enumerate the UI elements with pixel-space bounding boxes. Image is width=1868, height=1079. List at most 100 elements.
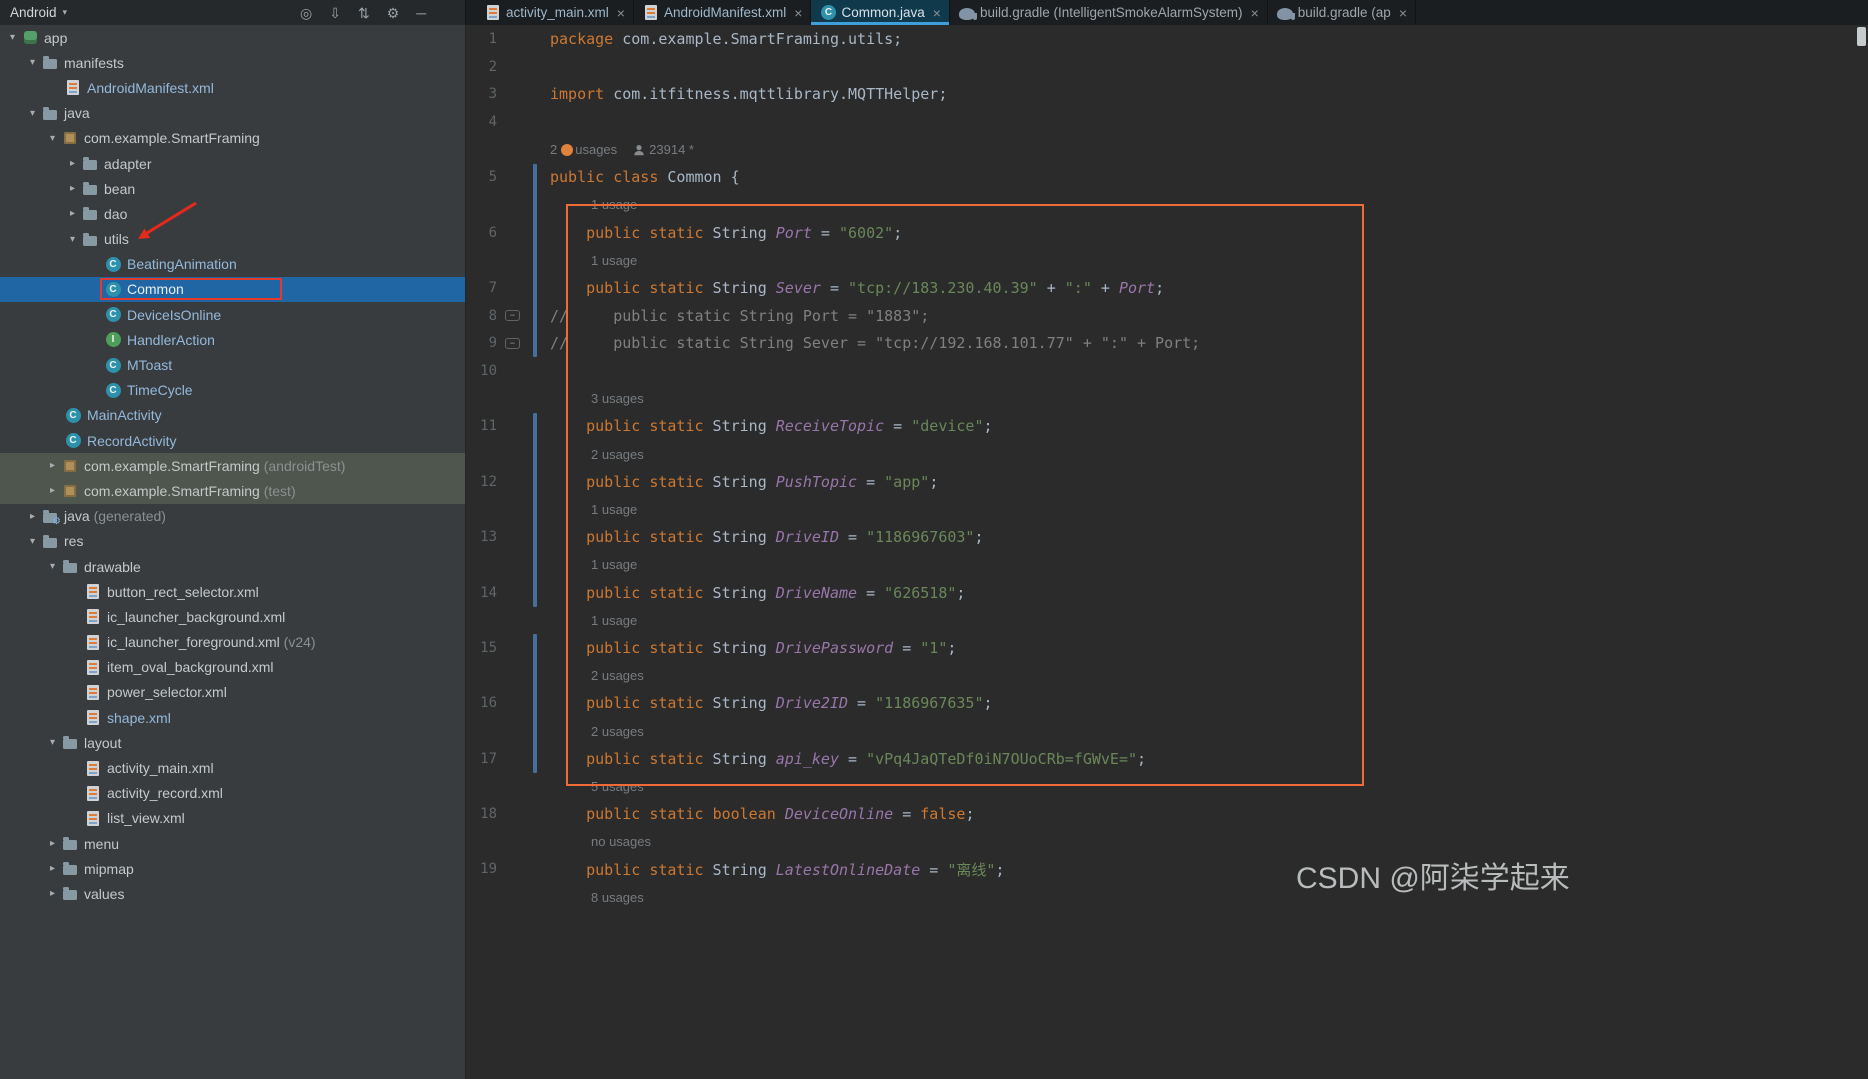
line-number[interactable]: 18 — [467, 806, 497, 822]
settings-gear-icon[interactable]: ⚙ — [387, 6, 400, 20]
tree-item-layout[interactable]: ▾layout — [0, 730, 465, 755]
tab-close-icon[interactable]: × — [1399, 6, 1407, 20]
tree-item-app[interactable]: ▾app — [0, 25, 465, 50]
tree-item-beatinganimation[interactable]: CBeatingAnimation — [0, 252, 465, 277]
usages-inlay[interactable]: 1 usage — [591, 253, 637, 268]
tree-item-com-example-smartframing-androidtest[interactable]: ▸com.example.SmartFraming (androidTest) — [0, 453, 465, 478]
tree-item-java[interactable]: ▾java — [0, 101, 465, 126]
chevron-right-icon[interactable]: ▸ — [44, 460, 61, 471]
chevron-down-icon[interactable]: ▾ — [4, 32, 21, 43]
line-number[interactable]: 16 — [467, 695, 497, 711]
code-text[interactable]: // public static String Port = "1883"; — [550, 307, 929, 325]
chevron-down-icon[interactable]: ▾ — [24, 108, 41, 119]
tab-close-icon[interactable]: × — [617, 6, 625, 20]
usages-inlay[interactable]: 2 usages — [591, 447, 644, 462]
line-number[interactable]: 10 — [467, 363, 497, 379]
tree-item-item-oval-background-xml[interactable]: item_oval_background.xml — [0, 655, 465, 680]
line-number[interactable]: 19 — [467, 861, 497, 877]
line-number[interactable]: 11 — [467, 418, 497, 434]
chevron-down-icon[interactable]: ▾ — [64, 234, 81, 245]
chevron-right-icon[interactable]: ▸ — [24, 511, 41, 522]
tree-item-mainactivity[interactable]: CMainActivity — [0, 403, 465, 428]
chevron-right-icon[interactable]: ▸ — [44, 485, 61, 496]
line-number[interactable]: 12 — [467, 474, 497, 490]
tab-close-icon[interactable]: × — [794, 6, 802, 20]
tree-item-common[interactable]: CCommon — [0, 277, 465, 302]
usages-inlay[interactable]: 8 usages — [591, 890, 644, 905]
tree-item-java-generated[interactable]: ▸⚙java (generated) — [0, 504, 465, 529]
usages-inlay[interactable]: 3 usages — [591, 391, 644, 406]
chevron-right-icon[interactable]: ▸ — [44, 838, 61, 849]
line-number[interactable]: 1 — [467, 31, 497, 47]
tree-item-timecycle[interactable]: CTimeCycle — [0, 378, 465, 403]
tree-item-manifests[interactable]: ▾manifests — [0, 50, 465, 75]
chevron-right-icon[interactable]: ▸ — [44, 863, 61, 874]
chevron-right-icon[interactable]: ▸ — [64, 158, 81, 169]
fold-region-icon[interactable]: − — [505, 338, 520, 349]
tree-item-com-example-smartframing[interactable]: ▾com.example.SmartFraming — [0, 126, 465, 151]
tree-item-activity-main-xml[interactable]: activity_main.xml — [0, 755, 465, 780]
line-number[interactable]: 2 — [467, 59, 497, 75]
code-text[interactable]: public static String DrivePassword = "1"… — [550, 639, 956, 657]
code-text[interactable]: public static String api_key = "vPq4JaQT… — [550, 750, 1146, 768]
tree-item-values[interactable]: ▸values — [0, 881, 465, 906]
line-number[interactable]: 5 — [467, 169, 497, 185]
tree-item-list-view-xml[interactable]: list_view.xml — [0, 806, 465, 831]
line-number[interactable]: 17 — [467, 751, 497, 767]
usages-inlay[interactable]: 5 usages — [591, 779, 644, 794]
tree-item-dao[interactable]: ▸dao — [0, 201, 465, 226]
scroll-from-source-icon[interactable]: ⇅ — [358, 6, 370, 20]
code-text[interactable]: public static String DriveName = "626518… — [550, 584, 965, 602]
editor[interactable]: 1 package com.example.SmartFraming.utils;… — [467, 25, 1868, 1079]
chevron-right-icon[interactable]: ▸ — [64, 183, 81, 194]
chevron-down-icon[interactable]: ▾ — [44, 561, 61, 572]
usages-inlay[interactable]: 2 usages — [591, 724, 644, 739]
chevron-down-icon[interactable]: ▾ — [24, 536, 41, 547]
code-text[interactable]: import com.itfitness.mqttlibrary.MQTTHel… — [550, 85, 947, 103]
project-view-selector[interactable]: Android ▾ — [10, 5, 67, 20]
code-text[interactable]: public static String Sever = "tcp://183.… — [550, 279, 1164, 297]
chevron-down-icon[interactable]: ▾ — [44, 133, 61, 144]
tree-item-activity-record-xml[interactable]: activity_record.xml — [0, 781, 465, 806]
tree-item-ic-launcher-foreground-xml-v24[interactable]: ic_launcher_foreground.xml (v24) — [0, 630, 465, 655]
tab-close-icon[interactable]: × — [933, 6, 941, 20]
tree-item-handleraction[interactable]: IHandlerAction — [0, 327, 465, 352]
usages-inlay[interactable]: 1 usage — [591, 502, 637, 517]
line-number[interactable]: 7 — [467, 280, 497, 296]
editor-scrollbar-thumb[interactable] — [1857, 27, 1866, 46]
code-text[interactable]: public static String PushTopic = "app"; — [550, 473, 938, 491]
line-number[interactable]: 9 — [467, 335, 497, 351]
tree-item-com-example-smartframing-test[interactable]: ▸com.example.SmartFraming (test) — [0, 478, 465, 503]
code-text[interactable]: // public static String Sever = "tcp://1… — [550, 334, 1200, 352]
code-text[interactable]: package com.example.SmartFraming.utils; — [550, 30, 902, 48]
code-text[interactable]: public static String Drive2ID = "1186967… — [550, 694, 993, 712]
tab-close-icon[interactable]: × — [1251, 6, 1259, 20]
tree-item-adapter[interactable]: ▸adapter — [0, 151, 465, 176]
code-text[interactable]: public static String ReceiveTopic = "dev… — [550, 417, 993, 435]
usages-author-inlay[interactable]: 2usages23914 * — [550, 142, 694, 157]
tab-activity-main-xml[interactable]: activity_main.xml× — [476, 0, 634, 25]
chevron-right-icon[interactable]: ▸ — [44, 888, 61, 899]
chevron-down-icon[interactable]: ▾ — [44, 737, 61, 748]
tree-item-res[interactable]: ▾res — [0, 529, 465, 554]
code-text[interactable]: public static boolean DeviceOnline = fal… — [550, 805, 974, 823]
tree-item-button-rect-selector-xml[interactable]: button_rect_selector.xml — [0, 579, 465, 604]
line-number[interactable]: 13 — [467, 529, 497, 545]
tree-item-androidmanifest-xml[interactable]: AndroidManifest.xml — [0, 75, 465, 100]
tree-item-recordactivity[interactable]: CRecordActivity — [0, 428, 465, 453]
tree-item-ic-launcher-background-xml[interactable]: ic_launcher_background.xml — [0, 604, 465, 629]
usages-inlay[interactable]: 2 usages — [591, 668, 644, 683]
code-text[interactable]: public static String Port = "6002"; — [550, 224, 902, 242]
hide-panel-icon[interactable]: ─ — [416, 6, 426, 20]
tree-item-deviceisonline[interactable]: CDeviceIsOnline — [0, 302, 465, 327]
tree-item-mipmap[interactable]: ▸mipmap — [0, 856, 465, 881]
tree-item-utils[interactable]: ▾utils — [0, 227, 465, 252]
code-text[interactable]: public static String DriveID = "11869676… — [550, 528, 984, 546]
collapse-all-icon[interactable]: ⇩ — [329, 6, 341, 20]
usages-inlay[interactable]: no usages — [591, 834, 651, 849]
tab-common-java[interactable]: CCommon.java× — [811, 0, 949, 25]
usages-inlay[interactable]: 1 usage — [591, 613, 637, 628]
usages-inlay[interactable]: 1 usage — [591, 557, 637, 572]
tab-build-gradle-ap[interactable]: build.gradle (ap× — [1268, 0, 1416, 25]
tree-item-shape-xml[interactable]: shape.xml — [0, 705, 465, 730]
